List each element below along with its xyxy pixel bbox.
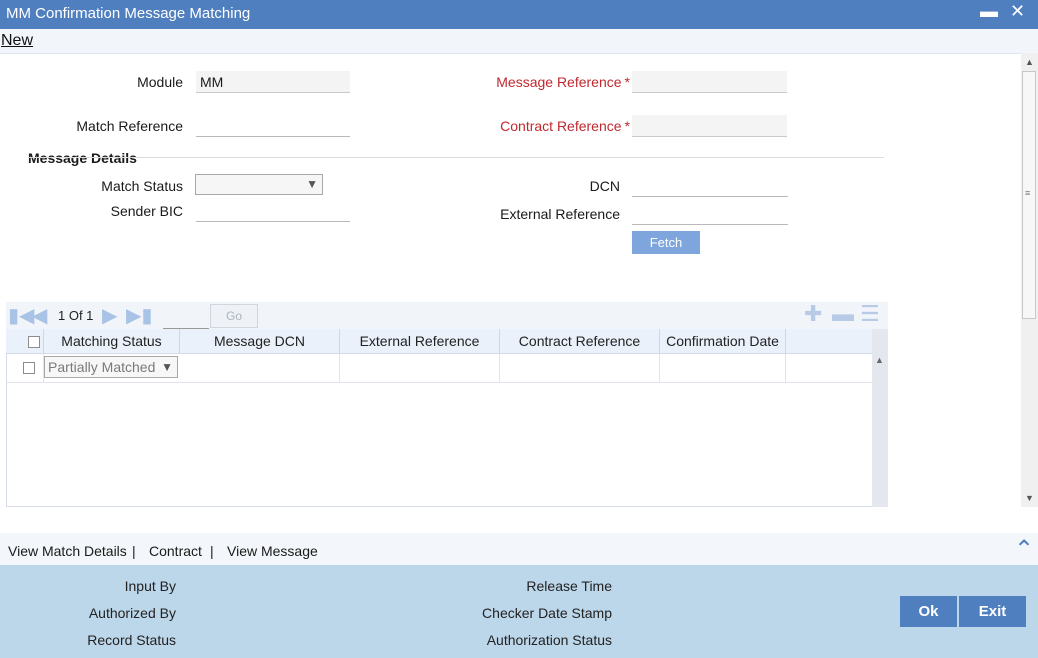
col-matching-status[interactable]: Matching Status <box>44 329 180 353</box>
message-reference-label-text: Message Reference <box>496 74 622 90</box>
add-row-icon[interactable]: ✚ <box>804 303 822 325</box>
go-button[interactable]: Go <box>210 304 258 328</box>
sender-bic-label: Sender BIC <box>110 203 183 219</box>
dcn-field[interactable] <box>632 175 788 197</box>
contract-link[interactable]: Contract <box>149 543 202 559</box>
col-contract-reference[interactable]: Contract Reference <box>500 329 660 353</box>
module-field[interactable] <box>196 71 350 93</box>
col-filler <box>786 329 872 353</box>
next-page-icon[interactable]: ▶ <box>102 306 117 326</box>
input-by-label: Input By <box>124 578 176 594</box>
required-marker: * <box>624 74 630 90</box>
last-page-icon[interactable]: ▶▮ <box>126 306 152 326</box>
row-message-dcn[interactable] <box>180 354 340 382</box>
select-all-cell <box>6 329 44 353</box>
match-status-select[interactable]: ▼ <box>195 174 323 195</box>
contract-reference-label: Contract Reference * <box>470 118 630 134</box>
section-divider <box>28 157 884 158</box>
message-reference-field[interactable] <box>632 71 787 93</box>
links-bar: View Match Details | Contract | View Mes… <box>0 533 1038 565</box>
chevron-down-icon: ▼ <box>306 177 318 191</box>
exit-button[interactable]: Exit <box>959 596 1026 627</box>
single-record-view-icon[interactable]: ☰ <box>860 303 880 325</box>
collapse-icon[interactable]: ⌃ <box>1014 535 1034 564</box>
release-time-label: Release Time <box>526 578 612 594</box>
scroll-up-icon[interactable]: ▲ <box>875 355 884 365</box>
audit-footer: Input By Authorized By Record Status Rel… <box>0 565 1038 658</box>
contract-reference-field[interactable] <box>632 115 787 137</box>
table-row[interactable]: Partially Matched ▼ <box>6 354 872 383</box>
match-reference-field[interactable] <box>196 115 350 137</box>
match-status-label: Match Status <box>101 178 183 194</box>
window-title: MM Confirmation Message Matching <box>6 5 251 22</box>
checker-date-stamp-label: Checker Date Stamp <box>482 605 612 621</box>
minimize-icon[interactable]: ▬ <box>980 2 998 20</box>
new-link[interactable]: New <box>1 32 33 50</box>
view-message-link[interactable]: View Message <box>227 543 318 559</box>
external-reference-label: External Reference <box>500 206 620 222</box>
fetch-button[interactable]: Fetch <box>632 231 700 254</box>
row-confirmation-date[interactable] <box>660 354 786 382</box>
page-number-input[interactable] <box>163 306 209 329</box>
authorization-status-label: Authorization Status <box>486 632 612 648</box>
scroll-up-icon[interactable]: ▲ <box>1025 57 1034 67</box>
chevron-down-icon: ▼ <box>161 360 173 374</box>
prev-page-icon[interactable]: ◀ <box>32 306 47 326</box>
authorized-by-label: Authorized By <box>88 605 176 621</box>
scroll-down-icon[interactable]: ▼ <box>1025 493 1034 503</box>
message-details-heading: Message Details <box>28 150 137 166</box>
col-confirmation-date[interactable]: Confirmation Date <box>660 329 786 353</box>
link-separator: | <box>210 543 214 559</box>
dcn-label: DCN <box>589 178 620 194</box>
page-indicator: 1 Of 1 <box>58 308 94 323</box>
delete-row-icon[interactable]: ▬ <box>832 303 854 325</box>
ok-button[interactable]: Ok <box>900 596 957 627</box>
view-match-details-link[interactable]: View Match Details <box>8 543 127 559</box>
contract-reference-label-text: Contract Reference <box>500 118 622 134</box>
grid-pager: ▮◀ ◀ 1 Of 1 ▶ ▶▮ Go ✚ ▬ ☰ <box>6 302 888 329</box>
title-bar: MM Confirmation Message Matching ▬ ✕ <box>0 0 1038 29</box>
row-matching-status-value: Partially Matched <box>48 359 156 375</box>
message-reference-label: Message Reference * <box>470 74 630 90</box>
external-reference-field[interactable] <box>632 203 788 225</box>
grid-scrollbar[interactable]: ▲ <box>872 329 888 507</box>
sender-bic-field[interactable] <box>196 200 350 222</box>
col-external-reference[interactable]: External Reference <box>340 329 500 353</box>
row-select-cell <box>6 354 44 382</box>
record-status-label: Record Status <box>87 632 176 648</box>
match-reference-label: Match Reference <box>76 118 183 134</box>
module-label: Module <box>137 74 183 90</box>
link-separator: | <box>132 543 136 559</box>
menu-bar: New <box>0 29 1038 54</box>
scrollbar-grip-icon: ≡ <box>1025 188 1031 198</box>
page-scrollbar[interactable]: ▲ ≡ ▼ <box>1021 53 1038 507</box>
first-page-icon[interactable]: ▮◀ <box>8 306 34 326</box>
required-marker: * <box>624 118 630 134</box>
row-matching-status-select[interactable]: Partially Matched ▼ <box>44 356 178 378</box>
select-all-checkbox[interactable] <box>28 336 40 348</box>
row-contract-reference[interactable] <box>500 354 660 382</box>
row-checkbox[interactable] <box>23 362 35 374</box>
grid-header: Matching Status Message DCN External Ref… <box>6 329 872 354</box>
col-message-dcn[interactable]: Message DCN <box>180 329 340 353</box>
close-icon[interactable]: ✕ <box>1010 2 1025 20</box>
row-external-reference[interactable] <box>340 354 500 382</box>
